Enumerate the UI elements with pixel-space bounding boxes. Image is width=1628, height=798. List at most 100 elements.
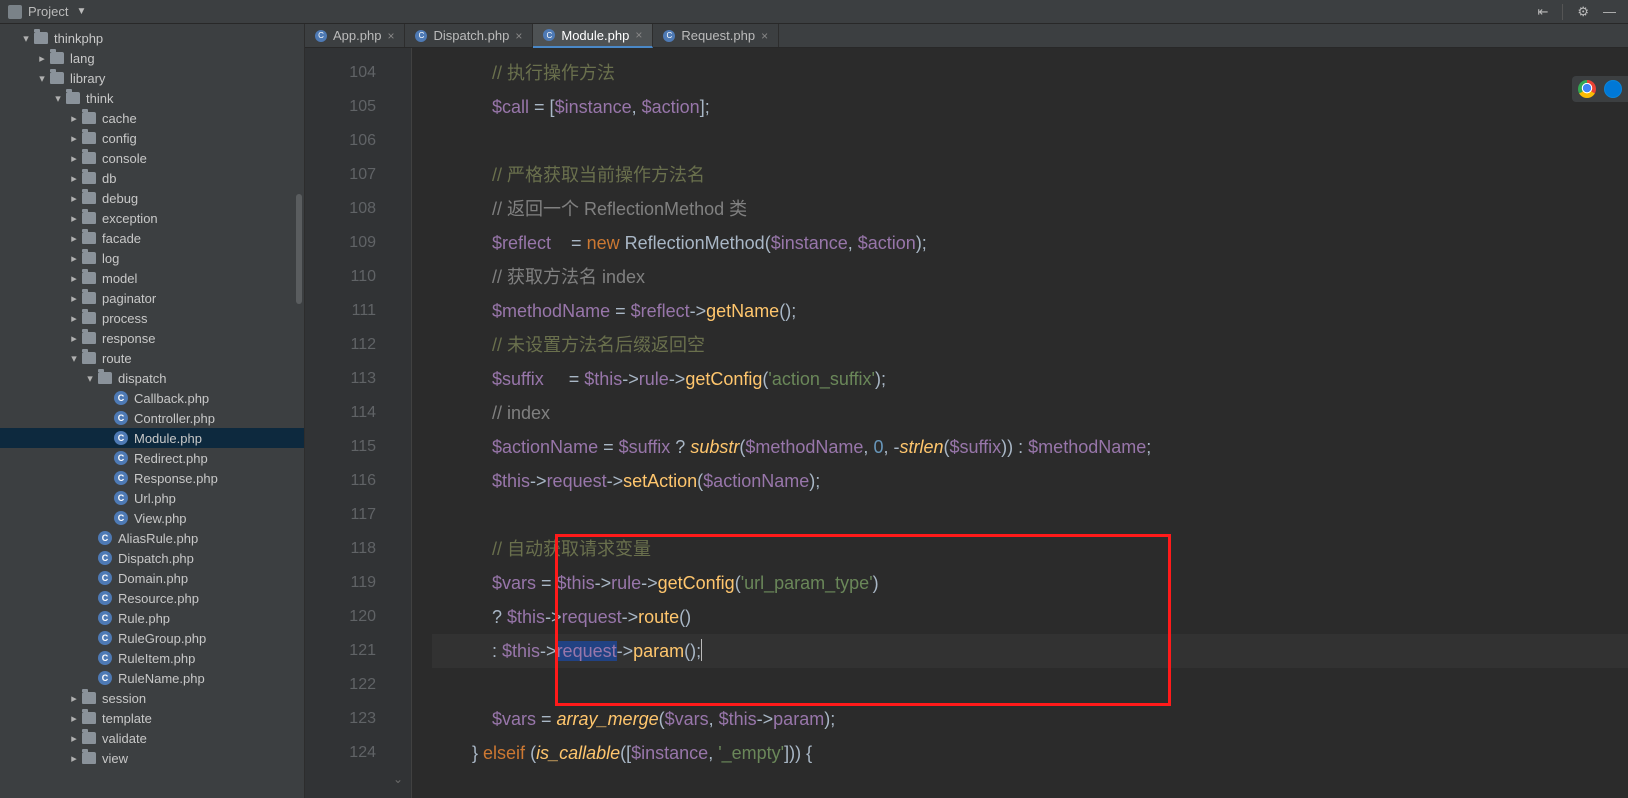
expander-icon[interactable]: ▸	[66, 192, 82, 205]
gear-icon[interactable]: ⚙	[1577, 4, 1589, 20]
code-line-118[interactable]: // 自动获取请求变量	[432, 532, 1628, 566]
tree-folder-model[interactable]: ▸model	[0, 268, 304, 288]
code-line-106[interactable]	[432, 124, 1628, 158]
collapse-icon[interactable]: ⇤	[1537, 4, 1548, 20]
close-icon[interactable]: ×	[515, 29, 522, 43]
tree-folder-console[interactable]: ▸console	[0, 148, 304, 168]
tree-file-module-php[interactable]: ▸CModule.php	[0, 428, 304, 448]
code-line-107[interactable]: // 严格获取当前操作方法名	[432, 158, 1628, 192]
code-line-104[interactable]: // 执行操作方法	[432, 56, 1628, 90]
expander-icon[interactable]: ▸	[66, 112, 82, 125]
code-line-116[interactable]: $this->request->setAction($actionName);	[432, 464, 1628, 498]
tree-file-view-php[interactable]: ▸CView.php	[0, 508, 304, 528]
tree-folder-debug[interactable]: ▸debug	[0, 188, 304, 208]
project-label[interactable]: Project	[28, 4, 68, 19]
tree-folder-lang[interactable]: ▸lang	[0, 48, 304, 68]
expander-icon[interactable]: ▸	[66, 292, 82, 305]
edge-icon[interactable]	[1604, 80, 1622, 98]
code-line-122[interactable]	[432, 668, 1628, 702]
tree-file-response-php[interactable]: ▸CResponse.php	[0, 468, 304, 488]
tab-request-php[interactable]: CRequest.php×	[653, 24, 779, 47]
expander-icon[interactable]: ▸	[66, 212, 82, 225]
expander-icon[interactable]: ▸	[66, 692, 82, 705]
tree-folder-process[interactable]: ▸process	[0, 308, 304, 328]
expander-icon[interactable]: ▾	[66, 352, 82, 365]
tree-file-callback-php[interactable]: ▸CCallback.php	[0, 388, 304, 408]
code-line-109[interactable]: $reflect = new ReflectionMethod($instanc…	[432, 226, 1628, 260]
fold-marker-icon[interactable]: ⌄	[393, 772, 403, 786]
expander-icon[interactable]: ▸	[66, 172, 82, 185]
tree-file-domain-php[interactable]: ▸CDomain.php	[0, 568, 304, 588]
tree-file-rulegroup-php[interactable]: ▸CRuleGroup.php	[0, 628, 304, 648]
code-line-111[interactable]: $methodName = $reflect->getName();	[432, 294, 1628, 328]
tree-folder-thinkphp[interactable]: ▾thinkphp	[0, 28, 304, 48]
tree-folder-facade[interactable]: ▸facade	[0, 228, 304, 248]
tree-file-ruleitem-php[interactable]: ▸CRuleItem.php	[0, 648, 304, 668]
tab-app-php[interactable]: CApp.php×	[305, 24, 405, 47]
tree-folder-response[interactable]: ▸response	[0, 328, 304, 348]
tree-file-dispatch-php[interactable]: ▸CDispatch.php	[0, 548, 304, 568]
tree-folder-validate[interactable]: ▸validate	[0, 728, 304, 748]
expander-icon[interactable]: ▸	[66, 152, 82, 165]
tree-folder-db[interactable]: ▸db	[0, 168, 304, 188]
chrome-icon[interactable]	[1578, 80, 1596, 98]
tree-folder-config[interactable]: ▸config	[0, 128, 304, 148]
tab-module-php[interactable]: CModule.php×	[533, 24, 653, 48]
expander-icon[interactable]: ▸	[34, 52, 50, 65]
code-line-123[interactable]: $vars = array_merge($vars, $this->param)…	[432, 702, 1628, 736]
hide-icon[interactable]: —	[1603, 4, 1616, 19]
fold-gutter[interactable]: ⌄	[390, 48, 412, 798]
tree-folder-paginator[interactable]: ▸paginator	[0, 288, 304, 308]
tree-folder-dispatch[interactable]: ▾dispatch	[0, 368, 304, 388]
expander-icon[interactable]: ▸	[66, 272, 82, 285]
tree-folder-view[interactable]: ▸view	[0, 748, 304, 768]
expander-icon[interactable]: ▾	[34, 72, 50, 85]
tree-folder-route[interactable]: ▾route	[0, 348, 304, 368]
tree-file-aliasrule-php[interactable]: ▸CAliasRule.php	[0, 528, 304, 548]
code-line-105[interactable]: $call = [$instance, $action];	[432, 90, 1628, 124]
expander-icon[interactable]: ▸	[66, 312, 82, 325]
expander-icon[interactable]: ▸	[66, 232, 82, 245]
expander-icon[interactable]: ▸	[66, 132, 82, 145]
tree-file-url-php[interactable]: ▸CUrl.php	[0, 488, 304, 508]
code-line-121[interactable]: : $this->request->param();	[432, 634, 1628, 668]
tree-folder-think[interactable]: ▾think	[0, 88, 304, 108]
sidebar-scrollbar[interactable]	[296, 194, 302, 304]
expander-icon[interactable]: ▸	[66, 252, 82, 265]
code-area[interactable]: // 执行操作方法 $call = [$instance, $action]; …	[412, 48, 1628, 798]
code-line-113[interactable]: $suffix = $this->rule->getConfig('action…	[432, 362, 1628, 396]
tree-file-resource-php[interactable]: ▸CResource.php	[0, 588, 304, 608]
expander-icon[interactable]: ▸	[66, 752, 82, 765]
code-line-114[interactable]: // index	[432, 396, 1628, 430]
tree-file-redirect-php[interactable]: ▸CRedirect.php	[0, 448, 304, 468]
code-line-120[interactable]: ? $this->request->route()	[432, 600, 1628, 634]
expander-icon[interactable]: ▸	[66, 332, 82, 345]
tree-folder-exception[interactable]: ▸exception	[0, 208, 304, 228]
code-line-110[interactable]: // 获取方法名 index	[432, 260, 1628, 294]
project-dropdown-icon[interactable]: ▼	[76, 6, 86, 17]
tree-file-controller-php[interactable]: ▸CController.php	[0, 408, 304, 428]
tree-folder-library[interactable]: ▾library	[0, 68, 304, 88]
code-line-117[interactable]	[432, 498, 1628, 532]
close-icon[interactable]: ×	[635, 28, 642, 42]
code-line-119[interactable]: $vars = $this->rule->getConfig('url_para…	[432, 566, 1628, 600]
code-line-112[interactable]: // 未设置方法名后缀返回空	[432, 328, 1628, 362]
tab-dispatch-php[interactable]: CDispatch.php×	[405, 24, 533, 47]
tree-file-rule-php[interactable]: ▸CRule.php	[0, 608, 304, 628]
tree-folder-cache[interactable]: ▸cache	[0, 108, 304, 128]
close-icon[interactable]: ×	[387, 29, 394, 43]
expander-icon[interactable]: ▾	[18, 32, 34, 45]
expander-icon[interactable]: ▾	[82, 372, 98, 385]
code-line-115[interactable]: $actionName = $suffix ? substr($methodNa…	[432, 430, 1628, 464]
expander-icon[interactable]: ▸	[66, 732, 82, 745]
expander-icon[interactable]: ▸	[66, 712, 82, 725]
code-line-108[interactable]: // 返回一个 ReflectionMethod 类	[432, 192, 1628, 226]
tree-folder-session[interactable]: ▸session	[0, 688, 304, 708]
project-tree[interactable]: ▾thinkphp▸lang▾library▾think▸cache▸confi…	[0, 24, 305, 798]
code-line-124[interactable]: } elseif (is_callable([$instance, '_empt…	[432, 736, 1628, 770]
tree-folder-log[interactable]: ▸log	[0, 248, 304, 268]
tree-file-rulename-php[interactable]: ▸CRuleName.php	[0, 668, 304, 688]
close-icon[interactable]: ×	[761, 29, 768, 43]
tree-folder-template[interactable]: ▸template	[0, 708, 304, 728]
expander-icon[interactable]: ▾	[50, 92, 66, 105]
